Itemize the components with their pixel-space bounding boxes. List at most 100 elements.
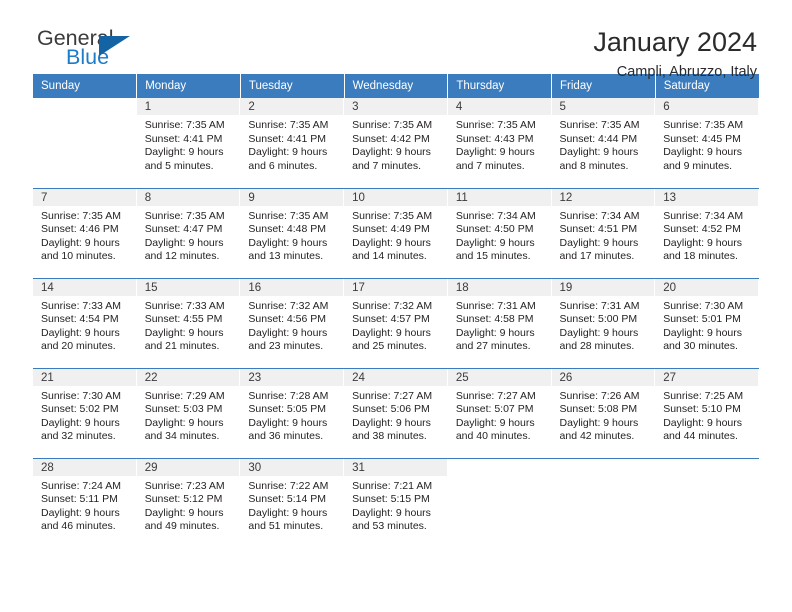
day-number: 6 [655, 98, 759, 115]
day-details: Sunrise: 7:35 AM Sunset: 4:42 PM Daylight:… [344, 115, 448, 173]
sunrise-text: Sunrise: 7:31 AM [559, 299, 640, 312]
day-cell-inner: 29 Sunrise: 7:23 AM Sunset: 5:12 PM Dayligh… [136, 458, 241, 549]
day-cell-inner: 10 Sunrise: 7:35 AM Sunset: 4:49 PM Dayligh… [344, 188, 448, 278]
calendar-day-cell[interactable]: 31 Sunrise: 7:21 AM Sunset: 5:15 PM Dayligh… [344, 457, 448, 548]
day-number: 19 [551, 278, 656, 296]
day-details: Sunrise: 7:21 AM Sunset: 5:15 PM Daylight:… [344, 476, 448, 534]
calendar-day-cell[interactable]: 29 Sunrise: 7:23 AM Sunset: 5:12 PM Dayligh… [136, 457, 241, 549]
day-details: Sunrise: 7:23 AM Sunset: 5:12 PM Daylight:… [137, 476, 241, 534]
calendar-day-cell[interactable]: 10 Sunrise: 7:35 AM Sunset: 4:49 PM Dayligh… [344, 187, 448, 278]
calendar-day-cell[interactable]: 3 Sunrise: 7:35 AM Sunset: 4:42 PM Daylight… [344, 98, 448, 188]
calendar-day-cell[interactable]: 24 Sunrise: 7:27 AM Sunset: 5:06 PM Dayligh… [344, 367, 448, 458]
calendar-day-cell[interactable]: 11 Sunrise: 7:34 AM Sunset: 4:50 PM Dayligh… [447, 187, 552, 278]
calendar-day-cell[interactable]: 9 Sunrise: 7:35 AM Sunset: 4:48 PM Daylight… [240, 187, 345, 278]
sunrise-text: Sunrise: 7:35 AM [41, 209, 121, 222]
sunrise-text: Sunrise: 7:35 AM [144, 119, 225, 131]
sunrise-text: Sunrise: 7:27 AM [352, 389, 433, 402]
day-number: 18 [447, 278, 552, 296]
calendar-day-cell[interactable]: 14 Sunrise: 7:33 AM Sunset: 4:54 PM Dayligh… [33, 277, 137, 368]
calendar-day-cell[interactable]: 1 Sunrise: 7:35 AM Sunset: 4:41 PM Daylight… [136, 98, 241, 188]
calendar-day-cell[interactable]: 7 Sunrise: 7:35 AM Sunset: 4:46 PM Daylight… [33, 187, 137, 278]
sunrise-text: Sunrise: 7:35 AM [248, 119, 329, 131]
day-cell-inner: 3 Sunrise: 7:35 AM Sunset: 4:42 PM Daylight… [344, 98, 448, 188]
day-number: 14 [33, 278, 137, 296]
sunset-text: Sunset: 4:43 PM [455, 132, 534, 145]
daylight-text: and 18 minutes. [663, 250, 738, 263]
generalblue-logo[interactable]: General Blue [33, 26, 177, 68]
sunset-text: Sunset: 4:41 PM [248, 132, 327, 145]
day-cell-inner: 28 Sunrise: 7:24 AM Sunset: 5:11 PM Dayligh… [33, 458, 137, 549]
daylight-text: and 12 minutes. [144, 250, 220, 263]
calendar-table: Sunday Monday Tuesday Wednesday Thursday… [33, 74, 759, 548]
calendar-day-cell[interactable]: 12 Sunrise: 7:34 AM Sunset: 4:51 PM Dayligh… [551, 187, 656, 278]
calendar-day-cell[interactable]: 30 Sunrise: 7:22 AM Sunset: 5:14 PM Dayligh… [240, 457, 345, 548]
day-cell-inner: 25 Sunrise: 7:27 AM Sunset: 5:07 PM Dayligh… [447, 368, 552, 458]
daylight-text: and 28 minutes. [559, 340, 635, 353]
sunset-text: Sunset: 5:14 PM [248, 493, 327, 506]
day-cell-inner: 21 Sunrise: 7:30 AM Sunset: 5:02 PM Dayligh… [33, 368, 137, 458]
day-number: 9 [240, 188, 345, 206]
day-details: Sunrise: 7:31 AM Sunset: 5:00 PM Daylight:… [552, 296, 656, 354]
daylight-text: and 8 minutes. [559, 159, 629, 172]
daylight-text: and 32 minutes. [41, 430, 116, 443]
calendar-week-row: 21 Sunrise: 7:30 AM Sunset: 5:02 PM Dayligh… [33, 367, 759, 458]
calendar-day-cell[interactable]: 4 Sunrise: 7:35 AM Sunset: 4:43 PM Daylight… [447, 98, 552, 188]
sunset-text: Sunset: 5:12 PM [144, 493, 223, 506]
daylight-text: and 9 minutes. [663, 159, 733, 172]
weekday-header-tuesday: Tuesday [240, 74, 345, 98]
calendar-day-cell[interactable]: 13 Sunrise: 7:34 AM Sunset: 4:52 PM Dayligh… [655, 187, 759, 278]
calendar-day-cell[interactable]: 16 Sunrise: 7:32 AM Sunset: 4:56 PM Dayligh… [240, 277, 345, 368]
calendar-day-cell[interactable]: 25 Sunrise: 7:27 AM Sunset: 5:07 PM Dayligh… [447, 367, 552, 458]
daylight-text: Daylight: 9 hours [41, 326, 120, 339]
calendar-week-row: 7 Sunrise: 7:35 AM Sunset: 4:46 PM Daylight… [33, 187, 759, 278]
daylight-text: Daylight: 9 hours [455, 416, 535, 429]
daylight-text: and 20 minutes. [41, 340, 116, 353]
day-number [655, 458, 759, 476]
sunrise-text: Sunrise: 7:35 AM [352, 209, 433, 222]
day-cell-inner: 19 Sunrise: 7:31 AM Sunset: 5:00 PM Dayligh… [551, 278, 656, 368]
calendar-day-cell[interactable]: 23 Sunrise: 7:28 AM Sunset: 5:05 PM Dayligh… [240, 367, 345, 458]
sunset-text: Sunset: 4:45 PM [663, 132, 741, 145]
day-details: Sunrise: 7:27 AM Sunset: 5:07 PM Daylight:… [448, 386, 552, 444]
day-number: 12 [551, 188, 656, 206]
daylight-text: and 15 minutes. [455, 250, 531, 263]
calendar-day-cell[interactable]: 26 Sunrise: 7:26 AM Sunset: 5:08 PM Dayligh… [551, 367, 656, 458]
calendar-day-cell[interactable]: 27 Sunrise: 7:25 AM Sunset: 5:10 PM Dayligh… [655, 367, 759, 458]
daylight-text: and 51 minutes. [248, 520, 324, 533]
calendar-day-cell[interactable]: 22 Sunrise: 7:29 AM Sunset: 5:03 PM Dayligh… [136, 367, 241, 458]
daylight-text: and 21 minutes. [144, 340, 220, 353]
calendar-day-cell[interactable]: 18 Sunrise: 7:31 AM Sunset: 4:58 PM Dayligh… [447, 277, 552, 368]
calendar-day-cell[interactable]: 15 Sunrise: 7:33 AM Sunset: 4:55 PM Dayligh… [136, 277, 241, 368]
daylight-text: Daylight: 9 hours [144, 146, 224, 159]
sunset-text: Sunset: 4:49 PM [352, 223, 430, 236]
daylight-text: and 23 minutes. [248, 340, 324, 353]
sunrise-text: Sunrise: 7:32 AM [352, 299, 433, 312]
calendar-day-cell[interactable]: 28 Sunrise: 7:24 AM Sunset: 5:11 PM Dayligh… [33, 457, 137, 549]
calendar-day-cell[interactable]: 17 Sunrise: 7:32 AM Sunset: 4:57 PM Dayligh… [344, 277, 448, 368]
calendar-day-cell[interactable]: 20 Sunrise: 7:30 AM Sunset: 5:01 PM Dayligh… [655, 277, 759, 368]
calendar-day-cell[interactable]: 6 Sunrise: 7:35 AM Sunset: 4:45 PM Daylight… [655, 98, 759, 188]
logo-triangle-icon [99, 36, 130, 56]
calendar-day-cell[interactable]: 8 Sunrise: 7:35 AM Sunset: 4:47 PM Daylight… [136, 187, 241, 278]
daylight-text: Daylight: 9 hours [144, 506, 224, 519]
day-cell-inner: 5 Sunrise: 7:35 AM Sunset: 4:44 PM Daylight… [551, 98, 656, 188]
day-cell-inner: 22 Sunrise: 7:29 AM Sunset: 5:03 PM Dayligh… [136, 368, 241, 458]
sunset-text: Sunset: 5:07 PM [455, 403, 534, 416]
day-cell-inner: 6 Sunrise: 7:35 AM Sunset: 4:45 PM Daylight… [655, 98, 759, 188]
calendar-day-cell[interactable]: 2 Sunrise: 7:35 AM Sunset: 4:41 PM Daylight… [240, 98, 345, 188]
day-cell-inner: 12 Sunrise: 7:34 AM Sunset: 4:51 PM Dayligh… [551, 188, 656, 278]
sunset-text: Sunset: 4:50 PM [455, 223, 534, 236]
calendar-day-cell[interactable]: 21 Sunrise: 7:30 AM Sunset: 5:02 PM Dayligh… [33, 367, 137, 458]
day-number: 1 [136, 98, 241, 115]
calendar-day-cell[interactable]: 19 Sunrise: 7:31 AM Sunset: 5:00 PM Dayligh… [551, 277, 656, 368]
day-details: Sunrise: 7:28 AM Sunset: 5:05 PM Daylight:… [240, 386, 344, 444]
calendar-day-cell[interactable]: 5 Sunrise: 7:35 AM Sunset: 4:44 PM Daylight… [551, 98, 656, 188]
daylight-text: Daylight: 9 hours [352, 416, 431, 429]
day-cell-inner: 26 Sunrise: 7:26 AM Sunset: 5:08 PM Dayligh… [551, 368, 656, 458]
day-cell-inner: 23 Sunrise: 7:28 AM Sunset: 5:05 PM Dayligh… [240, 368, 345, 458]
daylight-text: and 36 minutes. [248, 430, 324, 443]
sunrise-text: Sunrise: 7:33 AM [41, 299, 121, 312]
sunset-text: Sunset: 5:11 PM [41, 493, 118, 506]
sunrise-text: Sunrise: 7:33 AM [144, 299, 225, 312]
day-number: 11 [447, 188, 552, 206]
